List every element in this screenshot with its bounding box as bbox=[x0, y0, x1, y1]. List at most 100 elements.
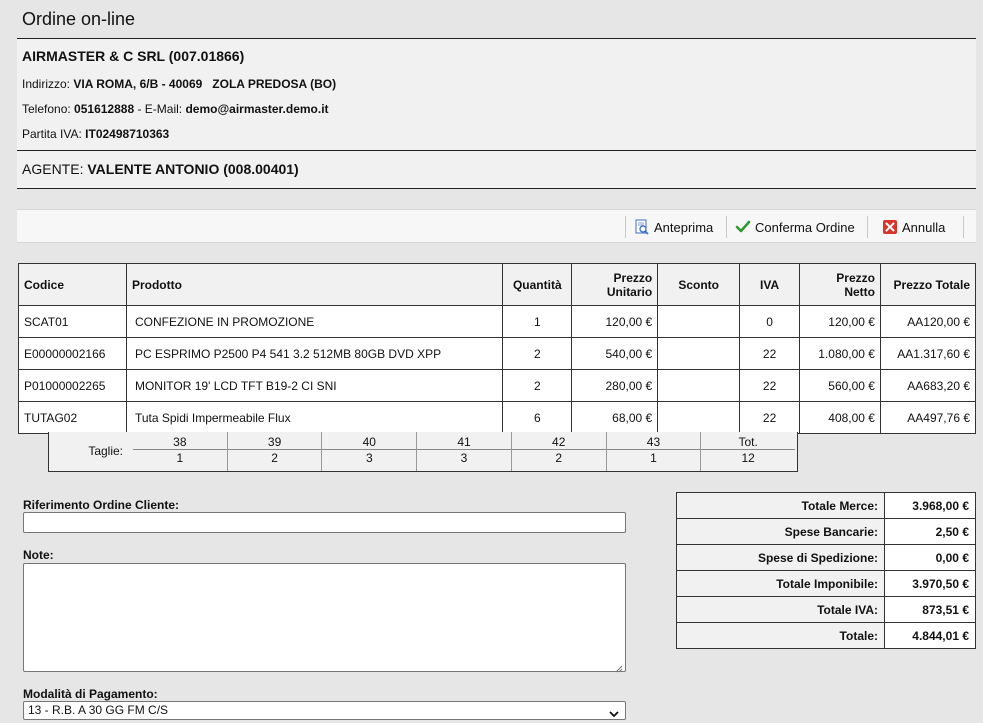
preview-button[interactable]: Anteprima bbox=[634, 218, 713, 236]
size-value: 43 bbox=[606, 432, 701, 450]
size-value: 41 bbox=[417, 432, 511, 450]
bank-fees-value: 2,50 € bbox=[884, 518, 976, 545]
grand-total-value: 4.844,01 € bbox=[884, 622, 976, 649]
cell-total-price: AA1.317,60 € bbox=[879, 337, 977, 370]
vat-label: Partita IVA: bbox=[22, 127, 82, 141]
customer-name: AIRMASTER & C SRL (007.01866) bbox=[22, 48, 245, 64]
chevron-down-icon bbox=[609, 706, 619, 723]
cell-net-price: 560,00 € bbox=[799, 369, 881, 402]
divider bbox=[17, 150, 976, 151]
customer-vat: Partita IVA: IT02498710363 bbox=[22, 127, 169, 141]
totals-row: Totale Imponibile: 3.970,50 € bbox=[676, 570, 976, 597]
cell-quantity: 6 bbox=[502, 401, 573, 434]
totals-row: Totale IVA: 873,51 € bbox=[676, 596, 976, 623]
toolbar-separator bbox=[625, 216, 626, 238]
vat-value: IT02498710363 bbox=[85, 127, 170, 141]
size-value: 42 bbox=[511, 432, 606, 450]
cell-code: TUTAG02 bbox=[18, 401, 127, 434]
cell-product: PC ESPRIMO P2500 P4 541 3.2 512MB 80GB D… bbox=[125, 337, 504, 370]
cell-discount bbox=[657, 337, 741, 370]
address-value: VIA ROMA, 6/B - 40069 ZOLA PREDOSA (BO) bbox=[73, 77, 337, 91]
size-total-label: Tot. bbox=[701, 432, 796, 450]
size-column: 41 3 bbox=[416, 432, 511, 471]
phone-value: 051612888 bbox=[74, 102, 135, 116]
size-quantity: 1 bbox=[650, 451, 657, 465]
agent-info: AGENTE: VALENTE ANTONIO (008.00401) bbox=[22, 161, 299, 177]
notes-label: Note: bbox=[23, 548, 54, 562]
size-value: 39 bbox=[227, 432, 322, 450]
size-value: 38 bbox=[133, 432, 227, 450]
totals-row: Spese di Spedizione: 0,00 € bbox=[676, 544, 976, 571]
toolbar-separator bbox=[867, 216, 868, 238]
preview-label: Anteprima bbox=[654, 219, 714, 235]
confirm-order-button[interactable]: Conferma Ordine bbox=[735, 218, 855, 236]
taxable-total-label: Totale Imponibile: bbox=[676, 570, 885, 597]
total-goods-label: Totale Merce: bbox=[676, 492, 885, 519]
cell-vat: 22 bbox=[739, 401, 801, 434]
cell-quantity: 2 bbox=[502, 369, 573, 402]
shipping-fees-label: Spese di Spedizione: bbox=[676, 544, 885, 571]
taxable-total-value: 3.970,50 € bbox=[884, 570, 976, 597]
size-quantity: 2 bbox=[271, 451, 278, 465]
payment-label: Modalità di Pagamento: bbox=[23, 687, 158, 701]
cell-net-price: 408,00 € bbox=[799, 401, 881, 434]
cell-net-price: 120,00 € bbox=[799, 305, 881, 338]
cell-unit-price: 280,00 € bbox=[571, 369, 659, 402]
header-discount: Sconto bbox=[657, 263, 741, 306]
cell-discount bbox=[657, 369, 741, 402]
bank-fees-label: Spese Bancarie: bbox=[676, 518, 885, 545]
customer-panel: AIRMASTER & C SRL (007.01866) Indirizzo:… bbox=[17, 38, 976, 189]
cell-product: CONFEZIONE IN PROMOZIONE bbox=[125, 305, 504, 338]
notes-textarea[interactable] bbox=[23, 563, 626, 673]
table-header-row: Codice Prodotto Quantità Prezzo Unitario… bbox=[18, 263, 977, 306]
cell-vat: 0 bbox=[739, 305, 801, 338]
customer-address: Indirizzo: VIA ROMA, 6/B - 40069 ZOLA PR… bbox=[22, 77, 336, 91]
email-label: - E-Mail: bbox=[134, 102, 183, 116]
cell-vat: 22 bbox=[739, 369, 801, 402]
toolbar-separator bbox=[726, 216, 727, 238]
size-value: 40 bbox=[322, 432, 417, 450]
size-column: 38 1 bbox=[133, 432, 227, 471]
customer-contacts: Telefono: 051612888 - E-Mail: demo@airma… bbox=[22, 102, 329, 116]
size-column: 40 3 bbox=[321, 432, 417, 471]
header-code: Codice bbox=[18, 263, 127, 306]
shipping-fees-value: 0,00 € bbox=[884, 544, 976, 571]
resize-grip-icon[interactable] bbox=[615, 661, 623, 673]
cell-unit-price: 120,00 € bbox=[571, 305, 659, 338]
cell-code: P01000002265 bbox=[18, 369, 127, 402]
cancel-label: Annulla bbox=[902, 219, 946, 235]
cell-product: Tuta Spidi Impermeabile Flux bbox=[125, 401, 504, 434]
toolbar: Anteprima Conferma Ordine Annulla bbox=[17, 209, 976, 243]
checkmark-icon bbox=[735, 219, 751, 235]
cell-vat: 22 bbox=[739, 337, 801, 370]
cell-code: E00000002166 bbox=[18, 337, 127, 370]
cell-discount bbox=[657, 305, 741, 338]
toolbar-separator bbox=[963, 216, 964, 238]
totals-row: Spese Bancarie: 2,50 € bbox=[676, 518, 976, 545]
confirm-order-label: Conferma Ordine bbox=[755, 219, 855, 235]
cell-unit-price: 540,00 € bbox=[571, 337, 659, 370]
sizes-breakdown: Taglie: 38 1 39 2 40 3 41 3 42 2 43 1 To… bbox=[48, 432, 798, 472]
cell-total-price: AA497,76 € bbox=[879, 401, 977, 434]
close-icon bbox=[882, 219, 898, 235]
grand-total-label: Totale: bbox=[676, 622, 885, 649]
size-quantity: 2 bbox=[555, 451, 563, 465]
email-value: demo@airmaster.demo.it bbox=[185, 102, 329, 116]
reference-label: Riferimento Ordine Cliente: bbox=[23, 498, 180, 512]
order-items-table: Codice Prodotto Quantità Prezzo Unitario… bbox=[18, 263, 977, 434]
cancel-button[interactable]: Annulla bbox=[882, 218, 945, 236]
cell-quantity: 2 bbox=[502, 337, 573, 370]
customer-reference-input[interactable] bbox=[23, 512, 626, 533]
cell-product: MONITOR 19' LCD TFT B19-2 CI SNI bbox=[125, 369, 504, 402]
size-total-column: Tot. 12 bbox=[700, 432, 796, 471]
totals-row: Totale: 4.844,01 € bbox=[676, 622, 976, 649]
cell-net-price: 1.080,00 € bbox=[799, 337, 881, 370]
cell-code: SCAT01 bbox=[18, 305, 127, 338]
cell-discount bbox=[657, 401, 741, 434]
address-label: Indirizzo: bbox=[22, 77, 71, 91]
order-totals-table: Totale Merce: 3.968,00 € Spese Bancarie:… bbox=[676, 492, 976, 649]
payment-method-select[interactable]: 13 - R.B. A 30 GG FM C/S bbox=[23, 701, 626, 720]
size-quantity: 3 bbox=[460, 451, 468, 465]
table-row: P01000002265 MONITOR 19' LCD TFT B19-2 C… bbox=[18, 369, 977, 402]
agent-label: AGENTE: bbox=[22, 161, 84, 177]
